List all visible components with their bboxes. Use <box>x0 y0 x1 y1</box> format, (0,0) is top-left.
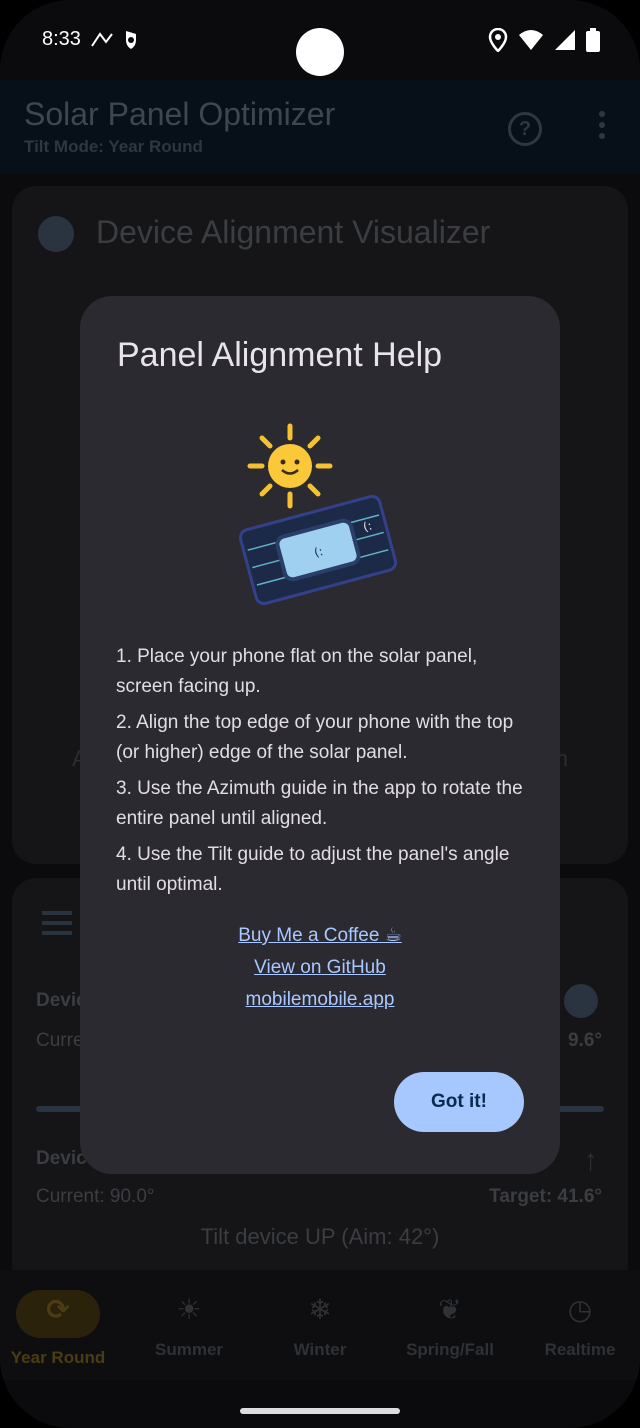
app-bar: Solar Panel Optimizer Tilt Mode: Year Ro… <box>0 80 640 174</box>
app-title: Solar Panel Optimizer <box>24 96 336 132</box>
nav-summer[interactable]: ☀ Summer <box>125 1290 253 1360</box>
nav-label: Winter <box>293 1340 347 1359</box>
smiling-sun-icon <box>247 423 333 509</box>
step-4: 4. Use the Tilt guide to adjust the pane… <box>116 844 510 895</box>
nav-spring-fall[interactable]: ❦ Spring/Fall <box>386 1290 514 1360</box>
dialog-title: Panel Alignment Help <box>117 336 443 374</box>
sync-icon: ⟳ <box>16 1290 100 1338</box>
tilt-instruction: Tilt device UP (Aim: 42°) <box>200 1224 440 1249</box>
step-3: 3. Use the Azimuth guide in the app to r… <box>116 778 523 829</box>
website-link[interactable]: mobilemobile.app <box>80 989 560 1011</box>
step-1: 1. Place your phone flat on the solar pa… <box>116 646 478 697</box>
tune-icon <box>42 911 72 935</box>
target-label-2: Target: 41.6° <box>489 1186 602 1207</box>
nav-label: Realtime <box>544 1340 616 1359</box>
status-bar: 8:33 <box>0 0 640 80</box>
help-button[interactable]: ? <box>508 112 542 146</box>
camera-cutout <box>296 28 344 76</box>
check-circle-icon <box>564 984 598 1018</box>
phone-screen: 8:33 Solar Panel Optimizer Tilt Mode: Ye… <box>0 0 640 1428</box>
wifi-icon <box>519 30 543 50</box>
tilt-mode-subtitle: Tilt Mode: Year Round <box>24 137 203 156</box>
step-2: 2. Align the top edge of your phone with… <box>116 712 514 763</box>
buy-coffee-link[interactable]: Buy Me a Coffee ☕ <box>80 924 560 947</box>
device-label-2: Devic <box>36 1148 87 1169</box>
github-link[interactable]: View on GitHub <box>80 957 560 979</box>
current-label-2: Current: 90.0° <box>36 1186 155 1207</box>
clock-icon: ◷ <box>567 1294 593 1325</box>
bottom-navigation: ⟳ Year Round ☀ Summer ❄ Winter ❦ Spring/… <box>0 1270 640 1380</box>
signal-activity-icon <box>91 31 136 49</box>
nav-realtime[interactable]: ◷ Realtime <box>516 1290 640 1360</box>
visualizer-title: Device Alignment Visualizer <box>96 214 491 250</box>
target-value-1: 9.6° <box>567 1030 602 1051</box>
help-icon: ? <box>518 118 532 140</box>
nav-label: Summer <box>154 1340 224 1359</box>
compass-icon <box>38 216 74 252</box>
nav-winter[interactable]: ❄ Winter <box>256 1290 384 1360</box>
leaf-icon: ❦ <box>438 1294 462 1325</box>
cell-signal-icon <box>555 30 575 50</box>
dialog-links: Buy Me a Coffee ☕ View on GitHub mobilem… <box>80 924 560 1021</box>
status-time: 8:33 <box>42 28 81 50</box>
status-right-icons <box>488 28 600 52</box>
arrow-up-icon: ↑ <box>583 1144 598 1177</box>
nav-label: Spring/Fall <box>406 1340 494 1359</box>
solar-panel-with-phone: (: (: <box>238 494 398 606</box>
more-options-icon[interactable] <box>598 110 606 140</box>
got-it-button[interactable]: Got it! <box>394 1072 524 1132</box>
current-label-1: Curre <box>36 1030 84 1051</box>
sun-icon: ☀ <box>176 1294 202 1325</box>
nav-label: Year Round <box>10 1348 106 1367</box>
battery-icon <box>586 28 600 52</box>
instruction-steps: 1. Place your phone flat on the solar pa… <box>116 642 536 906</box>
status-notification-icons <box>90 28 150 55</box>
snowflake-icon: ❄ <box>308 1294 332 1325</box>
home-indicator[interactable] <box>240 1408 400 1414</box>
nav-year-round[interactable]: ⟳ Year Round <box>0 1290 122 1368</box>
solar-panel-illustration: (: (: <box>238 423 398 606</box>
alignment-help-dialog: Panel Alignment Help (: (: 1. Place your… <box>80 296 560 1174</box>
location-icon <box>488 28 508 52</box>
